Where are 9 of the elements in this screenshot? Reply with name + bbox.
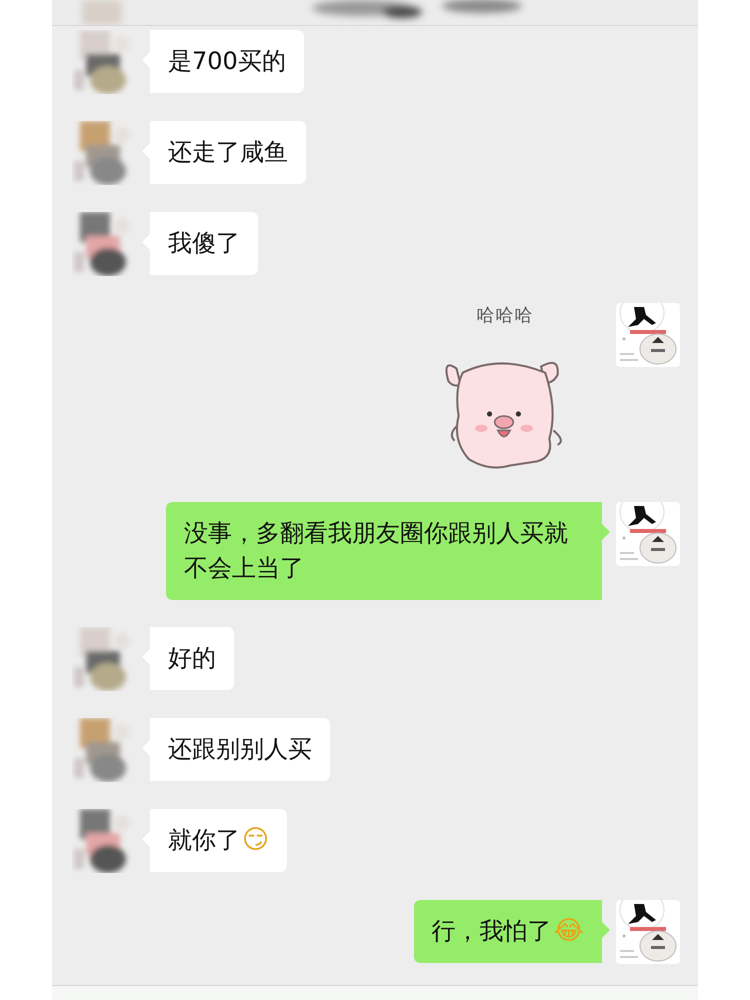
message-bubble: 行，我怕了😂 — [414, 900, 610, 963]
sticker-caption: 哈哈哈 — [476, 304, 534, 327]
message-bubble: 我傻了 — [142, 212, 258, 275]
message-bubble: 还走了咸鱼 — [142, 121, 306, 184]
message-bubble: 没事，多翻看我朋友圈你跟别人买就不会上当了 — [166, 502, 610, 600]
message-bubble: 是700买的 — [142, 30, 304, 93]
message-bubble: 就你了😏 — [142, 809, 288, 872]
message-bubble: 还跟别别人买 — [142, 718, 330, 781]
message-bubble: 好的 — [142, 627, 234, 690]
